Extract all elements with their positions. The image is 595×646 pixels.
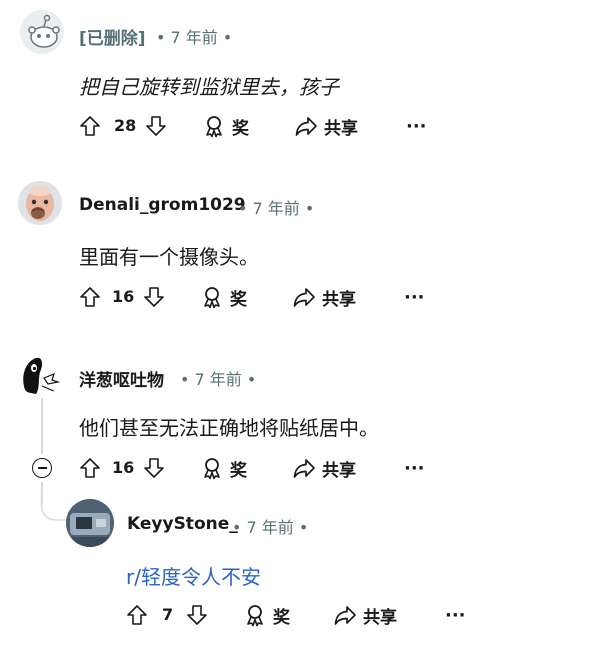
- share-label: 共享: [363, 607, 397, 628]
- upvote-button[interactable]: [78, 110, 102, 142]
- award-label: 奖: [232, 118, 249, 139]
- share-icon: [293, 459, 315, 478]
- comment-timestamp: • 7 年前 •: [156, 28, 233, 47]
- downvote-icon: [146, 116, 166, 136]
- avatar[interactable]: [18, 181, 62, 225]
- share-button[interactable]: 共享: [294, 110, 358, 142]
- downvote-button[interactable]: [185, 599, 209, 631]
- downvote-icon: [144, 287, 164, 307]
- upvote-icon: [80, 458, 100, 478]
- upvote-button[interactable]: [78, 452, 102, 484]
- award-icon: [204, 458, 220, 480]
- comment-author[interactable]: [已删除]: [79, 24, 146, 49]
- award-button[interactable]: 奖: [200, 281, 247, 313]
- avatar[interactable]: [20, 10, 64, 54]
- vote-count: 16: [112, 458, 135, 477]
- comment-actions: 16 奖 共享 ···: [78, 452, 438, 484]
- award-icon: [206, 116, 222, 138]
- comment-actions: 7 奖 共享 ···: [125, 599, 485, 631]
- vote-count: 7: [162, 605, 174, 624]
- comment-timestamp: • 7 年前 •: [238, 199, 315, 218]
- more-options-button[interactable]: ···: [406, 110, 427, 142]
- vote-count: 16: [112, 287, 135, 306]
- comment-body: 他们甚至无法正确地将贴纸居中。: [79, 416, 379, 440]
- comment-actions: 16 奖 共享 ···: [78, 281, 438, 313]
- share-icon: [295, 117, 317, 136]
- share-icon: [293, 288, 315, 307]
- avatar[interactable]: [66, 499, 114, 547]
- more-options-icon: ···: [404, 457, 425, 479]
- downvote-button[interactable]: [144, 110, 168, 142]
- comment-body: 把自己旋转到监狱里去，孩子: [79, 75, 339, 99]
- award-button[interactable]: 奖: [243, 599, 290, 631]
- comment-actions: 28 奖 共享 ···: [78, 110, 438, 142]
- award-label: 奖: [230, 460, 247, 481]
- award-button[interactable]: 奖: [200, 452, 247, 484]
- downvote-icon: [187, 605, 207, 625]
- share-label: 共享: [324, 118, 358, 139]
- share-icon: [334, 606, 356, 625]
- award-icon: [204, 287, 220, 309]
- more-options-icon: ···: [406, 115, 427, 137]
- more-options-icon: ···: [404, 286, 425, 308]
- comment-author[interactable]: 洋葱呕吐物: [79, 366, 164, 391]
- award-icon: [247, 605, 263, 627]
- upvote-icon: [127, 605, 147, 625]
- more-options-button[interactable]: ···: [404, 281, 425, 313]
- share-button[interactable]: 共享: [292, 452, 356, 484]
- share-label: 共享: [322, 289, 356, 310]
- award-button[interactable]: 奖: [202, 110, 249, 142]
- vote-count: 28: [114, 116, 137, 135]
- downvote-button[interactable]: [142, 452, 166, 484]
- comment-author[interactable]: Denali_grom1029: [79, 195, 246, 215]
- comment-author[interactable]: KeyyStone_: [127, 514, 238, 534]
- more-options-icon: ···: [445, 604, 466, 626]
- downvote-icon: [144, 458, 164, 478]
- share-button[interactable]: 共享: [333, 599, 397, 631]
- more-options-button[interactable]: ···: [445, 599, 466, 631]
- collapse-thread-button[interactable]: [32, 458, 52, 478]
- upvote-button[interactable]: [125, 599, 149, 631]
- upvote-icon: [80, 116, 100, 136]
- award-label: 奖: [230, 289, 247, 310]
- thread-line: [41, 398, 43, 454]
- share-button[interactable]: 共享: [292, 281, 356, 313]
- comment-body: 里面有一个摄像头。: [79, 245, 259, 269]
- more-options-button[interactable]: ···: [404, 452, 425, 484]
- award-label: 奖: [273, 607, 290, 628]
- upvote-icon: [80, 287, 100, 307]
- comment-timestamp: • 7 年前 •: [232, 518, 309, 537]
- downvote-button[interactable]: [142, 281, 166, 313]
- share-label: 共享: [322, 460, 356, 481]
- comment-timestamp: • 7 年前 •: [180, 370, 257, 389]
- avatar[interactable]: [18, 352, 62, 396]
- upvote-button[interactable]: [78, 281, 102, 313]
- subreddit-link[interactable]: r/轻度令人不安: [126, 561, 261, 590]
